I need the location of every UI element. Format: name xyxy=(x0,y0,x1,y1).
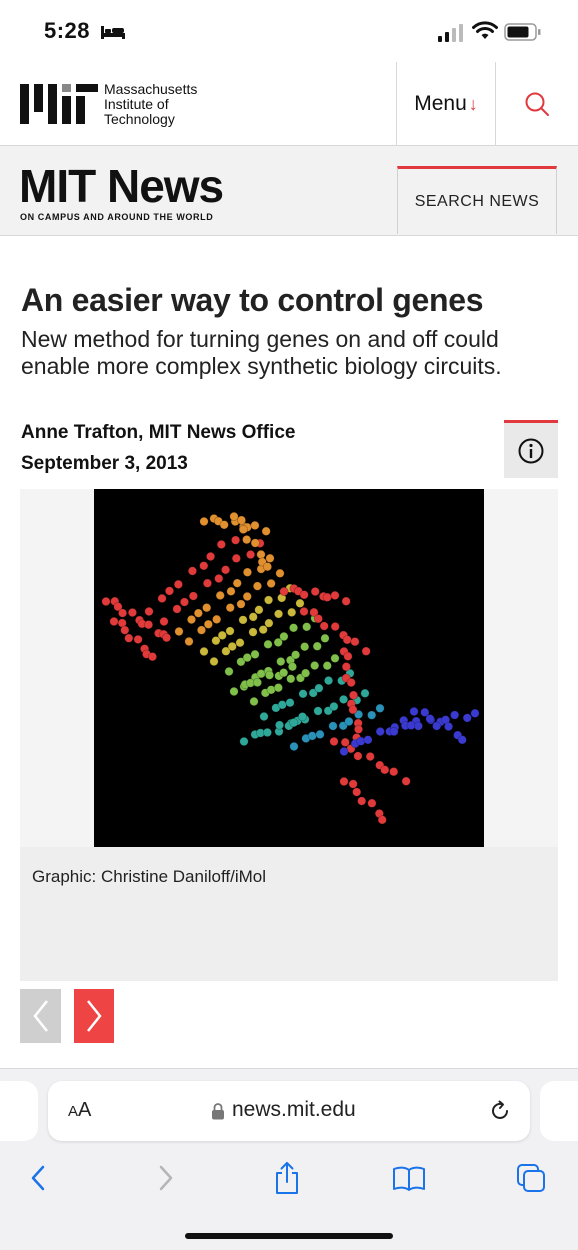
tabs-button[interactable] xyxy=(514,1161,548,1195)
menu-label: Menu xyxy=(414,92,467,115)
aa-small-label: A xyxy=(68,1103,79,1120)
browser-bar: AA news.mit.edu xyxy=(0,1068,578,1250)
next-tab-peek[interactable] xyxy=(540,1081,578,1141)
image-caption: Graphic: Christine Daniloff/iMol xyxy=(32,867,266,886)
status-time: 5:28 xyxy=(44,18,91,43)
article-date: September 3, 2013 xyxy=(21,453,188,474)
signal-icon xyxy=(438,24,463,42)
dna-molecule-image[interactable] xyxy=(94,489,484,847)
home-indicator xyxy=(185,1233,393,1239)
aa-large-label: A xyxy=(78,1099,92,1121)
mit-header: Massachusetts Institute of Technology Me… xyxy=(0,62,578,146)
share-icon xyxy=(276,1162,298,1194)
arrow-down-icon: ↓ xyxy=(468,93,478,114)
search-button[interactable] xyxy=(496,62,578,146)
article-author[interactable]: Anne Trafton, MIT News Office xyxy=(21,422,295,444)
wifi-icon xyxy=(472,21,498,39)
news-tagline: ON CAMPUS AND AROUND THE WORLD xyxy=(20,212,214,222)
image-frame xyxy=(20,489,558,847)
lock-icon xyxy=(212,1103,224,1120)
mit-wordmark: Massachusetts Institute of Technology xyxy=(104,82,197,127)
news-title[interactable]: MIT News xyxy=(19,162,224,210)
address-bar[interactable]: AA news.mit.edu xyxy=(48,1081,530,1141)
mit-logo[interactable] xyxy=(20,84,98,124)
back-icon xyxy=(31,1165,45,1191)
info-button[interactable] xyxy=(504,420,558,478)
reader-aa-button[interactable]: AA xyxy=(68,1099,91,1122)
wordmark-line: Technology xyxy=(104,111,175,127)
next-image-button[interactable] xyxy=(74,989,114,1043)
wordmark-line: Institute of xyxy=(104,96,169,112)
status-bar: 5:28 xyxy=(0,0,578,62)
prev-image-button[interactable] xyxy=(20,989,61,1043)
article-subtitle: New method for turning genes on and off … xyxy=(21,326,502,379)
url-text: news.mit.edu xyxy=(232,1098,356,1121)
info-icon xyxy=(518,438,544,463)
browser-toolbar xyxy=(0,1155,578,1199)
dna-molecule-graphic xyxy=(101,511,480,825)
forward-button[interactable] xyxy=(148,1161,182,1195)
caption-box: Graphic: Christine Daniloff/iMol xyxy=(20,847,558,981)
forward-icon xyxy=(159,1165,173,1191)
reload-icon[interactable] xyxy=(488,1099,512,1123)
article-title: An easier way to control genes xyxy=(21,282,484,318)
news-bar: MIT News ON CAMPUS AND AROUND THE WORLD … xyxy=(0,146,578,236)
bookmarks-button[interactable] xyxy=(392,1161,426,1195)
bookmarks-icon xyxy=(393,1166,425,1191)
bed-icon xyxy=(101,26,125,39)
previous-tab-peek[interactable] xyxy=(0,1081,38,1141)
search-icon xyxy=(525,92,549,116)
share-button[interactable] xyxy=(270,1161,304,1195)
back-button[interactable] xyxy=(22,1161,56,1195)
menu-button[interactable]: Menu ↓ xyxy=(397,62,495,146)
chevron-left-icon xyxy=(32,1000,48,1032)
battery-icon xyxy=(504,23,541,41)
wordmark-line: Massachusetts xyxy=(104,81,198,97)
chevron-right-icon xyxy=(87,1000,102,1032)
tabs-icon xyxy=(517,1164,545,1192)
search-news-button[interactable]: SEARCH NEWS xyxy=(397,166,557,234)
